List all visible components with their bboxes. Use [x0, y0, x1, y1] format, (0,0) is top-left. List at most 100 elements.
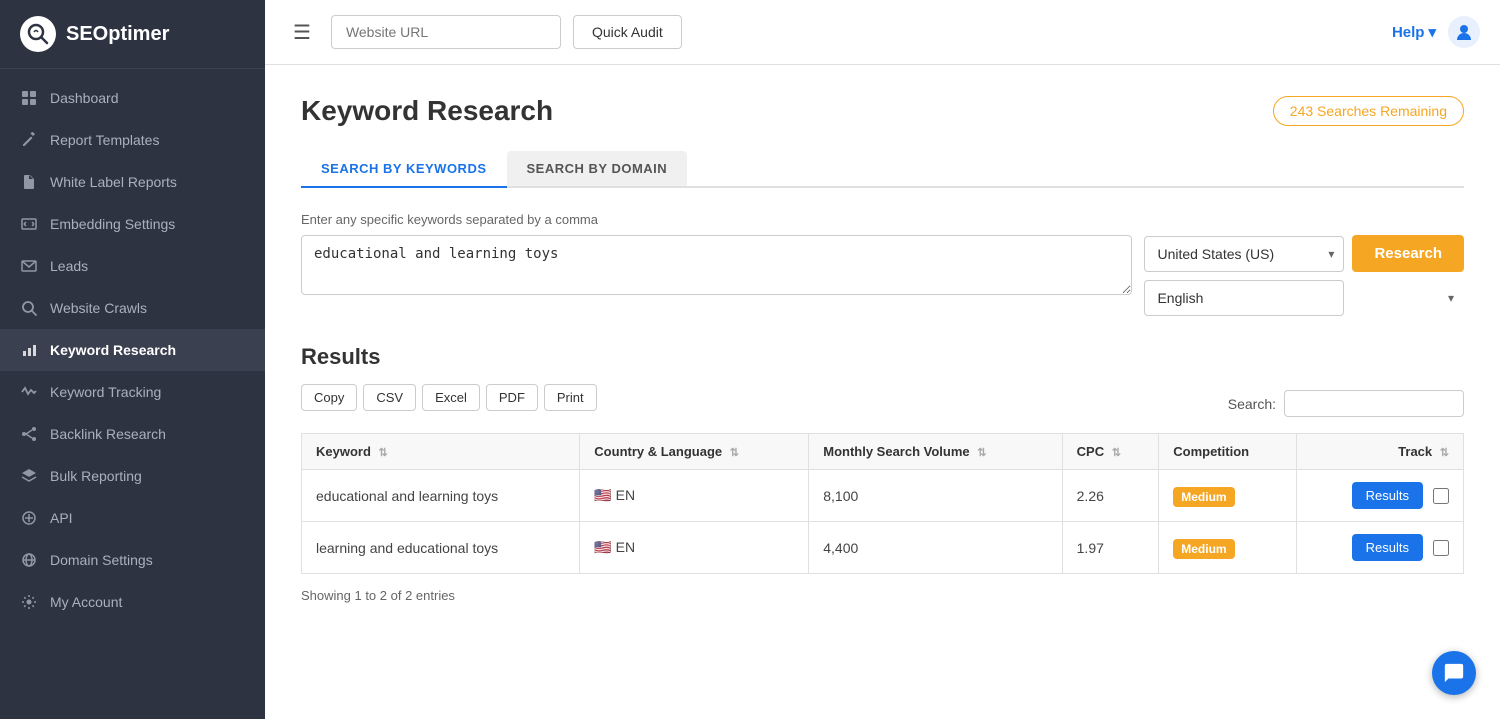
sidebar-item-white-label[interactable]: White Label Reports [0, 161, 265, 203]
logo-area: SEOptimer [0, 0, 265, 69]
sidebar-label-api: API [50, 510, 73, 526]
sort-track-icon[interactable]: ⇅ [1440, 447, 1449, 459]
results-button-1[interactable]: Results [1352, 482, 1423, 509]
sidebar-item-keyword-tracking[interactable]: Keyword Tracking [0, 371, 265, 413]
pdf-button[interactable]: PDF [486, 384, 538, 411]
results-table: Keyword ⇅ Country & Language ⇅ Monthly S… [301, 433, 1464, 574]
copy-button[interactable]: Copy [301, 384, 357, 411]
hamburger-button[interactable]: ☰ [285, 16, 319, 49]
country-select-wrapper: United States (US) United Kingdom (GB) C… [1144, 236, 1344, 272]
track-checkbox-2[interactable] [1433, 540, 1449, 556]
sidebar-label-leads: Leads [50, 258, 88, 274]
header: ☰ Quick Audit Help ▾ [265, 0, 1500, 65]
sidebar-label-website-crawls: Website Crawls [50, 300, 147, 316]
language-select[interactable]: English Spanish French German [1144, 280, 1344, 316]
sidebar-label-domain-settings: Domain Settings [50, 552, 153, 568]
competition-badge-2: Medium [1173, 539, 1234, 559]
table-search-area: Search: [1228, 390, 1464, 417]
cell-track-2: Results [1297, 522, 1464, 574]
main-wrapper: ☰ Quick Audit Help ▾ Keyword Research 24… [265, 0, 1500, 719]
logo-icon [20, 16, 56, 52]
user-avatar[interactable] [1448, 16, 1480, 48]
table-row: learning and educational toys 🇺🇸 EN 4,40… [302, 522, 1464, 574]
file-icon [20, 173, 38, 191]
excel-button[interactable]: Excel [422, 384, 480, 411]
cell-cpc-2: 1.97 [1062, 522, 1159, 574]
results-title: Results [301, 344, 1464, 370]
bar-chart-icon [20, 341, 38, 359]
searches-remaining-badge: 243 Searches Remaining [1273, 96, 1464, 126]
print-button[interactable]: Print [544, 384, 597, 411]
search-form: educational and learning toys United Sta… [301, 235, 1464, 316]
tab-search-by-keywords[interactable]: SEARCH BY KEYWORDS [301, 151, 507, 188]
col-country-language: Country & Language ⇅ [580, 434, 809, 470]
flag-icon-1: 🇺🇸 [594, 487, 611, 503]
csv-button[interactable]: CSV [363, 384, 416, 411]
cell-cpc-1: 2.26 [1062, 470, 1159, 522]
sidebar-item-website-crawls[interactable]: Website Crawls [0, 287, 265, 329]
sidebar-item-api[interactable]: API [0, 497, 265, 539]
table-actions: Copy CSV Excel PDF Print [301, 384, 597, 411]
col-cpc: CPC ⇅ [1062, 434, 1159, 470]
sidebar-label-dashboard: Dashboard [50, 90, 119, 106]
cell-volume-1: 8,100 [809, 470, 1062, 522]
cell-track-1: Results [1297, 470, 1464, 522]
sort-keyword-icon[interactable]: ⇅ [379, 447, 388, 459]
layers-icon [20, 467, 38, 485]
table-search-input[interactable] [1284, 390, 1464, 417]
sidebar-item-dashboard[interactable]: Dashboard [0, 77, 265, 119]
embed-icon [20, 215, 38, 233]
col-track: Track ⇅ [1297, 434, 1464, 470]
cell-keyword-1: educational and learning toys [302, 470, 580, 522]
showing-entries-text: Showing 1 to 2 of 2 entries [301, 588, 1464, 603]
sidebar-item-backlink-research[interactable]: Backlink Research [0, 413, 265, 455]
actions-search-row: Copy CSV Excel PDF Print Search: [301, 384, 1464, 423]
competition-badge-1: Medium [1173, 487, 1234, 507]
content-area: Keyword Research 243 Searches Remaining … [265, 65, 1500, 719]
sidebar-label-embedding: Embedding Settings [50, 216, 175, 232]
track-checkbox-1[interactable] [1433, 488, 1449, 504]
language-2: EN [616, 539, 635, 555]
sidebar-item-domain-settings[interactable]: Domain Settings [0, 539, 265, 581]
keyword-input[interactable]: educational and learning toys [301, 235, 1132, 295]
search-label: Search: [1228, 396, 1276, 412]
activity-icon [20, 383, 38, 401]
sidebar-item-embedding[interactable]: Embedding Settings [0, 203, 265, 245]
cell-volume-2: 4,400 [809, 522, 1062, 574]
search-icon [20, 299, 38, 317]
sidebar-label-backlink-research: Backlink Research [50, 426, 166, 442]
sidebar-nav: Dashboard Report Templates White Label R… [0, 69, 265, 719]
sidebar-item-keyword-research[interactable]: Keyword Research [0, 329, 265, 371]
language-1: EN [616, 487, 635, 503]
page-title: Keyword Research [301, 95, 553, 127]
help-chevron-icon: ▾ [1428, 23, 1436, 41]
cell-country-language-1: 🇺🇸 EN [580, 470, 809, 522]
sidebar-item-my-account[interactable]: My Account [0, 581, 265, 623]
sidebar-item-report-templates[interactable]: Report Templates [0, 119, 265, 161]
help-button[interactable]: Help ▾ [1392, 23, 1436, 41]
cell-keyword-2: learning and educational toys [302, 522, 580, 574]
sidebar: SEOptimer Dashboard Report Templates [0, 0, 265, 719]
content-header: Keyword Research 243 Searches Remaining [301, 95, 1464, 127]
sidebar-item-leads[interactable]: Leads [0, 245, 265, 287]
results-button-2[interactable]: Results [1352, 534, 1423, 561]
country-select[interactable]: United States (US) United Kingdom (GB) C… [1144, 236, 1344, 272]
quick-audit-button[interactable]: Quick Audit [573, 15, 682, 49]
settings-icon [20, 593, 38, 611]
sort-cpc-icon[interactable]: ⇅ [1112, 447, 1121, 459]
sidebar-item-bulk-reporting[interactable]: Bulk Reporting [0, 455, 265, 497]
flag-icon-2: 🇺🇸 [594, 539, 611, 555]
sidebar-label-keyword-research: Keyword Research [50, 342, 176, 358]
tab-bar: SEARCH BY KEYWORDS SEARCH BY DOMAIN [301, 151, 1464, 188]
sidebar-label-my-account: My Account [50, 594, 122, 610]
chat-bubble-button[interactable] [1432, 651, 1476, 695]
url-input[interactable] [331, 15, 561, 49]
research-button[interactable]: Research [1352, 235, 1464, 272]
sort-volume-icon[interactable]: ⇅ [977, 447, 986, 459]
table-header-row: Keyword ⇅ Country & Language ⇅ Monthly S… [302, 434, 1464, 470]
edit-icon [20, 131, 38, 149]
tab-search-by-domain[interactable]: SEARCH BY DOMAIN [507, 151, 688, 186]
mail-icon [20, 257, 38, 275]
sort-country-icon[interactable]: ⇅ [730, 447, 739, 459]
cell-competition-2: Medium [1159, 522, 1297, 574]
